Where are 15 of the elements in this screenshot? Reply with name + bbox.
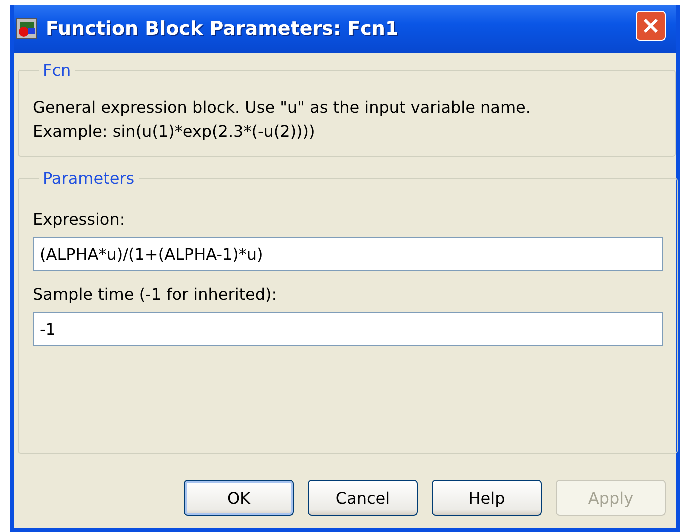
field-label: Sample time (-1 for inherited): <box>33 285 278 304</box>
dialog-button[interactable]: OK <box>184 480 294 516</box>
dialog-button[interactable]: Cancel <box>308 480 418 516</box>
field-label: Expression: <box>33 210 126 229</box>
block-diagram-icon <box>16 18 38 40</box>
group-title: Fcn <box>42 61 72 80</box>
window-title: Function Block Parameters: Fcn1 <box>46 18 399 40</box>
description-text: Example: sin(u(1)*exp(2.3*(-u(2)))) <box>33 121 316 143</box>
close-icon <box>643 18 659 34</box>
group-title: Parameters <box>42 169 136 188</box>
input-field[interactable]: (ALPHA*u)/(1+(ALPHA-1)*u) <box>33 237 663 271</box>
close-button[interactable] <box>636 11 666 41</box>
dialog-button[interactable]: Help <box>432 480 542 516</box>
description-text: General expression block. Use "u" as the input variable name. <box>33 97 532 119</box>
input-field[interactable]: -1 <box>33 312 663 346</box>
